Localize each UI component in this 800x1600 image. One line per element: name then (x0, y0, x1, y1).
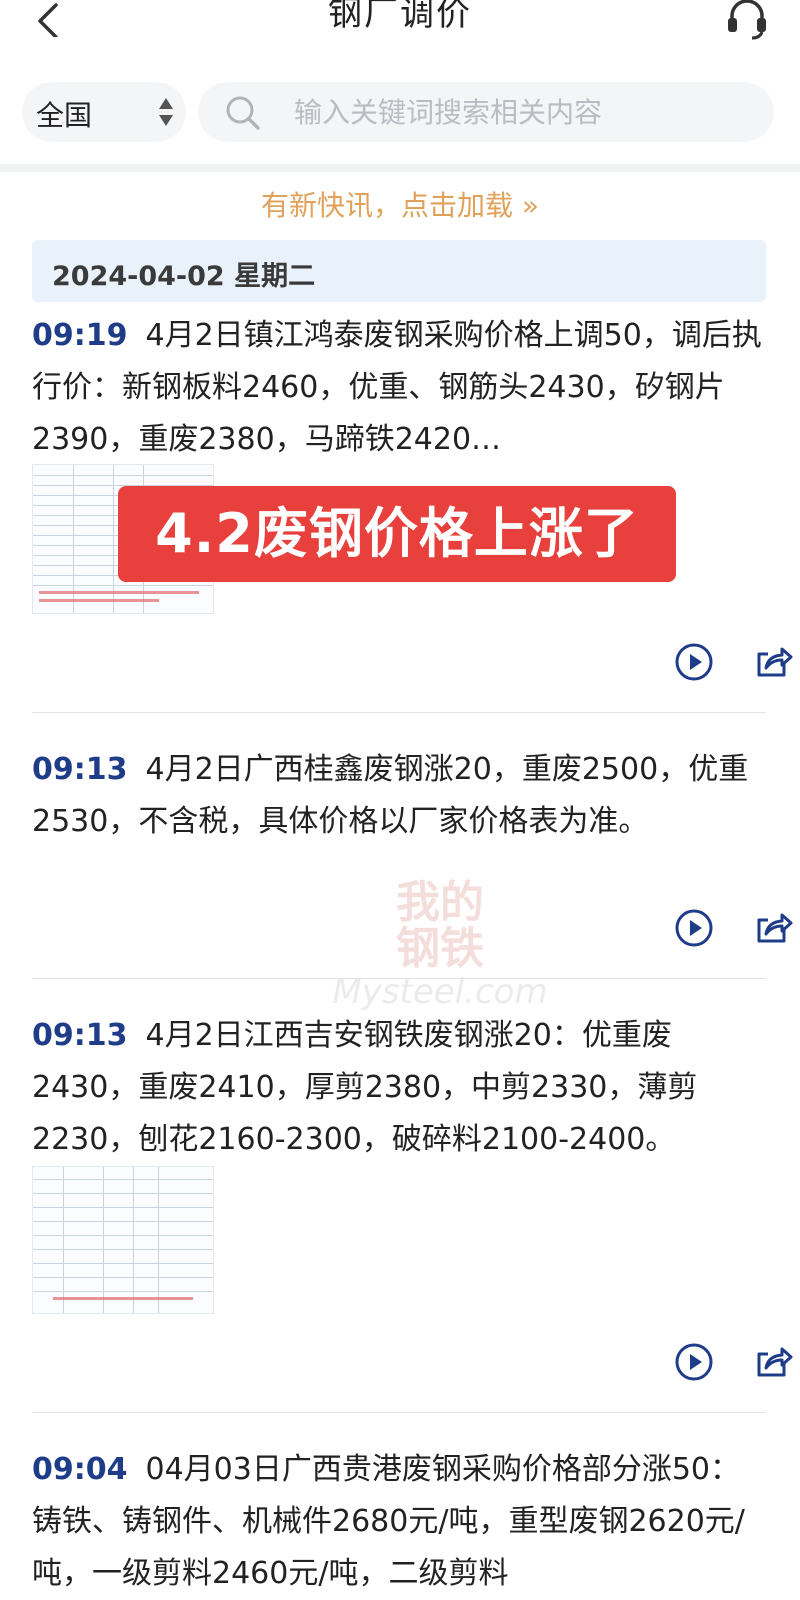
news-content: 4月2日江西吉安钢铁废钢涨20：优重废2430，重废2410，厚剪2380，中剪… (32, 1018, 698, 1157)
news-actions (674, 1342, 794, 1382)
price-table-thumbnail[interactable] (32, 1166, 214, 1314)
headset-icon (728, 0, 766, 40)
page-title: 钢厂调价 (328, 0, 472, 34)
play-button[interactable] (674, 1342, 714, 1382)
news-actions (674, 642, 794, 682)
news-time: 09:13 (32, 752, 128, 787)
load-new-flash-link[interactable]: 有新快讯，点击加载 » (0, 184, 800, 224)
news-text: 09:19 4月2日镇江鸿泰废钢采购价格上调50，调后执行价：新钢板料2460，优… (32, 310, 766, 466)
news-actions (674, 908, 794, 948)
share-button[interactable] (754, 1342, 794, 1382)
price-rise-banner: 4.2废钢价格上涨了 (118, 486, 676, 582)
sort-arrows-icon (159, 98, 173, 126)
news-text: 09:13 4月2日广西桂鑫废钢涨20，重废2500，优重2530，不含税，具体价… (32, 744, 766, 848)
share-button[interactable] (754, 642, 794, 682)
mysteel-watermark: 我的 钢铁 Mysteel.com (332, 877, 548, 1013)
news-item[interactable]: 09:13 4月2日江西吉安钢铁废钢涨20：优重废2430，重废2410，厚剪23… (32, 1010, 766, 1166)
share-icon (757, 647, 793, 677)
divider (32, 712, 766, 713)
search-input[interactable] (294, 94, 754, 130)
news-content: 04月03日广西贵港废钢采购价格部分涨50：铸铁、铸钢件、机械件2680元/吨，… (32, 1452, 745, 1591)
news-text: 09:13 4月2日江西吉安钢铁废钢涨20：优重废2430，重废2410，厚剪23… (32, 1010, 766, 1166)
customer-service-button[interactable] (724, 0, 770, 40)
date-label: 2024-04-02 星期二 (52, 261, 316, 292)
news-text: 09:04 04月03日广西贵港废钢采购价格部分涨50：铸铁、铸钢件、机械件268… (32, 1444, 766, 1600)
news-time: 09:13 (32, 1018, 128, 1053)
date-header: 2024-04-02 星期二 (32, 240, 766, 302)
share-icon (757, 1347, 793, 1377)
region-select[interactable]: 全国 (22, 82, 186, 142)
news-time: 09:04 (32, 1452, 128, 1487)
divider (32, 1412, 766, 1413)
share-icon (757, 913, 793, 943)
play-icon (675, 643, 713, 681)
play-button[interactable] (674, 642, 714, 682)
play-icon (675, 1343, 713, 1381)
news-content: 4月2日广西桂鑫废钢涨20，重废2500，优重2530，不含税，具体价格以厂家价… (32, 752, 749, 839)
filter-bar: 全国 (0, 60, 800, 172)
divider (32, 978, 766, 979)
news-item[interactable]: 09:19 4月2日镇江鸿泰废钢采购价格上调50，调后执行价：新钢板料2460，优… (32, 310, 766, 466)
play-icon (675, 909, 713, 947)
search-box[interactable] (198, 82, 774, 142)
news-item[interactable]: 09:13 4月2日广西桂鑫废钢涨20，重废2500，优重2530，不含税，具体价… (32, 744, 766, 848)
top-navigation-bar: 钢厂调价 (0, 0, 800, 61)
news-item[interactable]: 09:04 04月03日广西贵港废钢采购价格部分涨50：铸铁、铸钢件、机械件268… (32, 1444, 766, 1600)
region-select-value: 全国 (36, 99, 93, 132)
news-content: 4月2日镇江鸿泰废钢采购价格上调50，调后执行价：新钢板料2460，优重、钢筋头… (32, 318, 762, 457)
share-button[interactable] (754, 908, 794, 948)
play-button[interactable] (674, 908, 714, 948)
search-icon (226, 96, 260, 130)
news-time: 09:19 (32, 318, 128, 353)
